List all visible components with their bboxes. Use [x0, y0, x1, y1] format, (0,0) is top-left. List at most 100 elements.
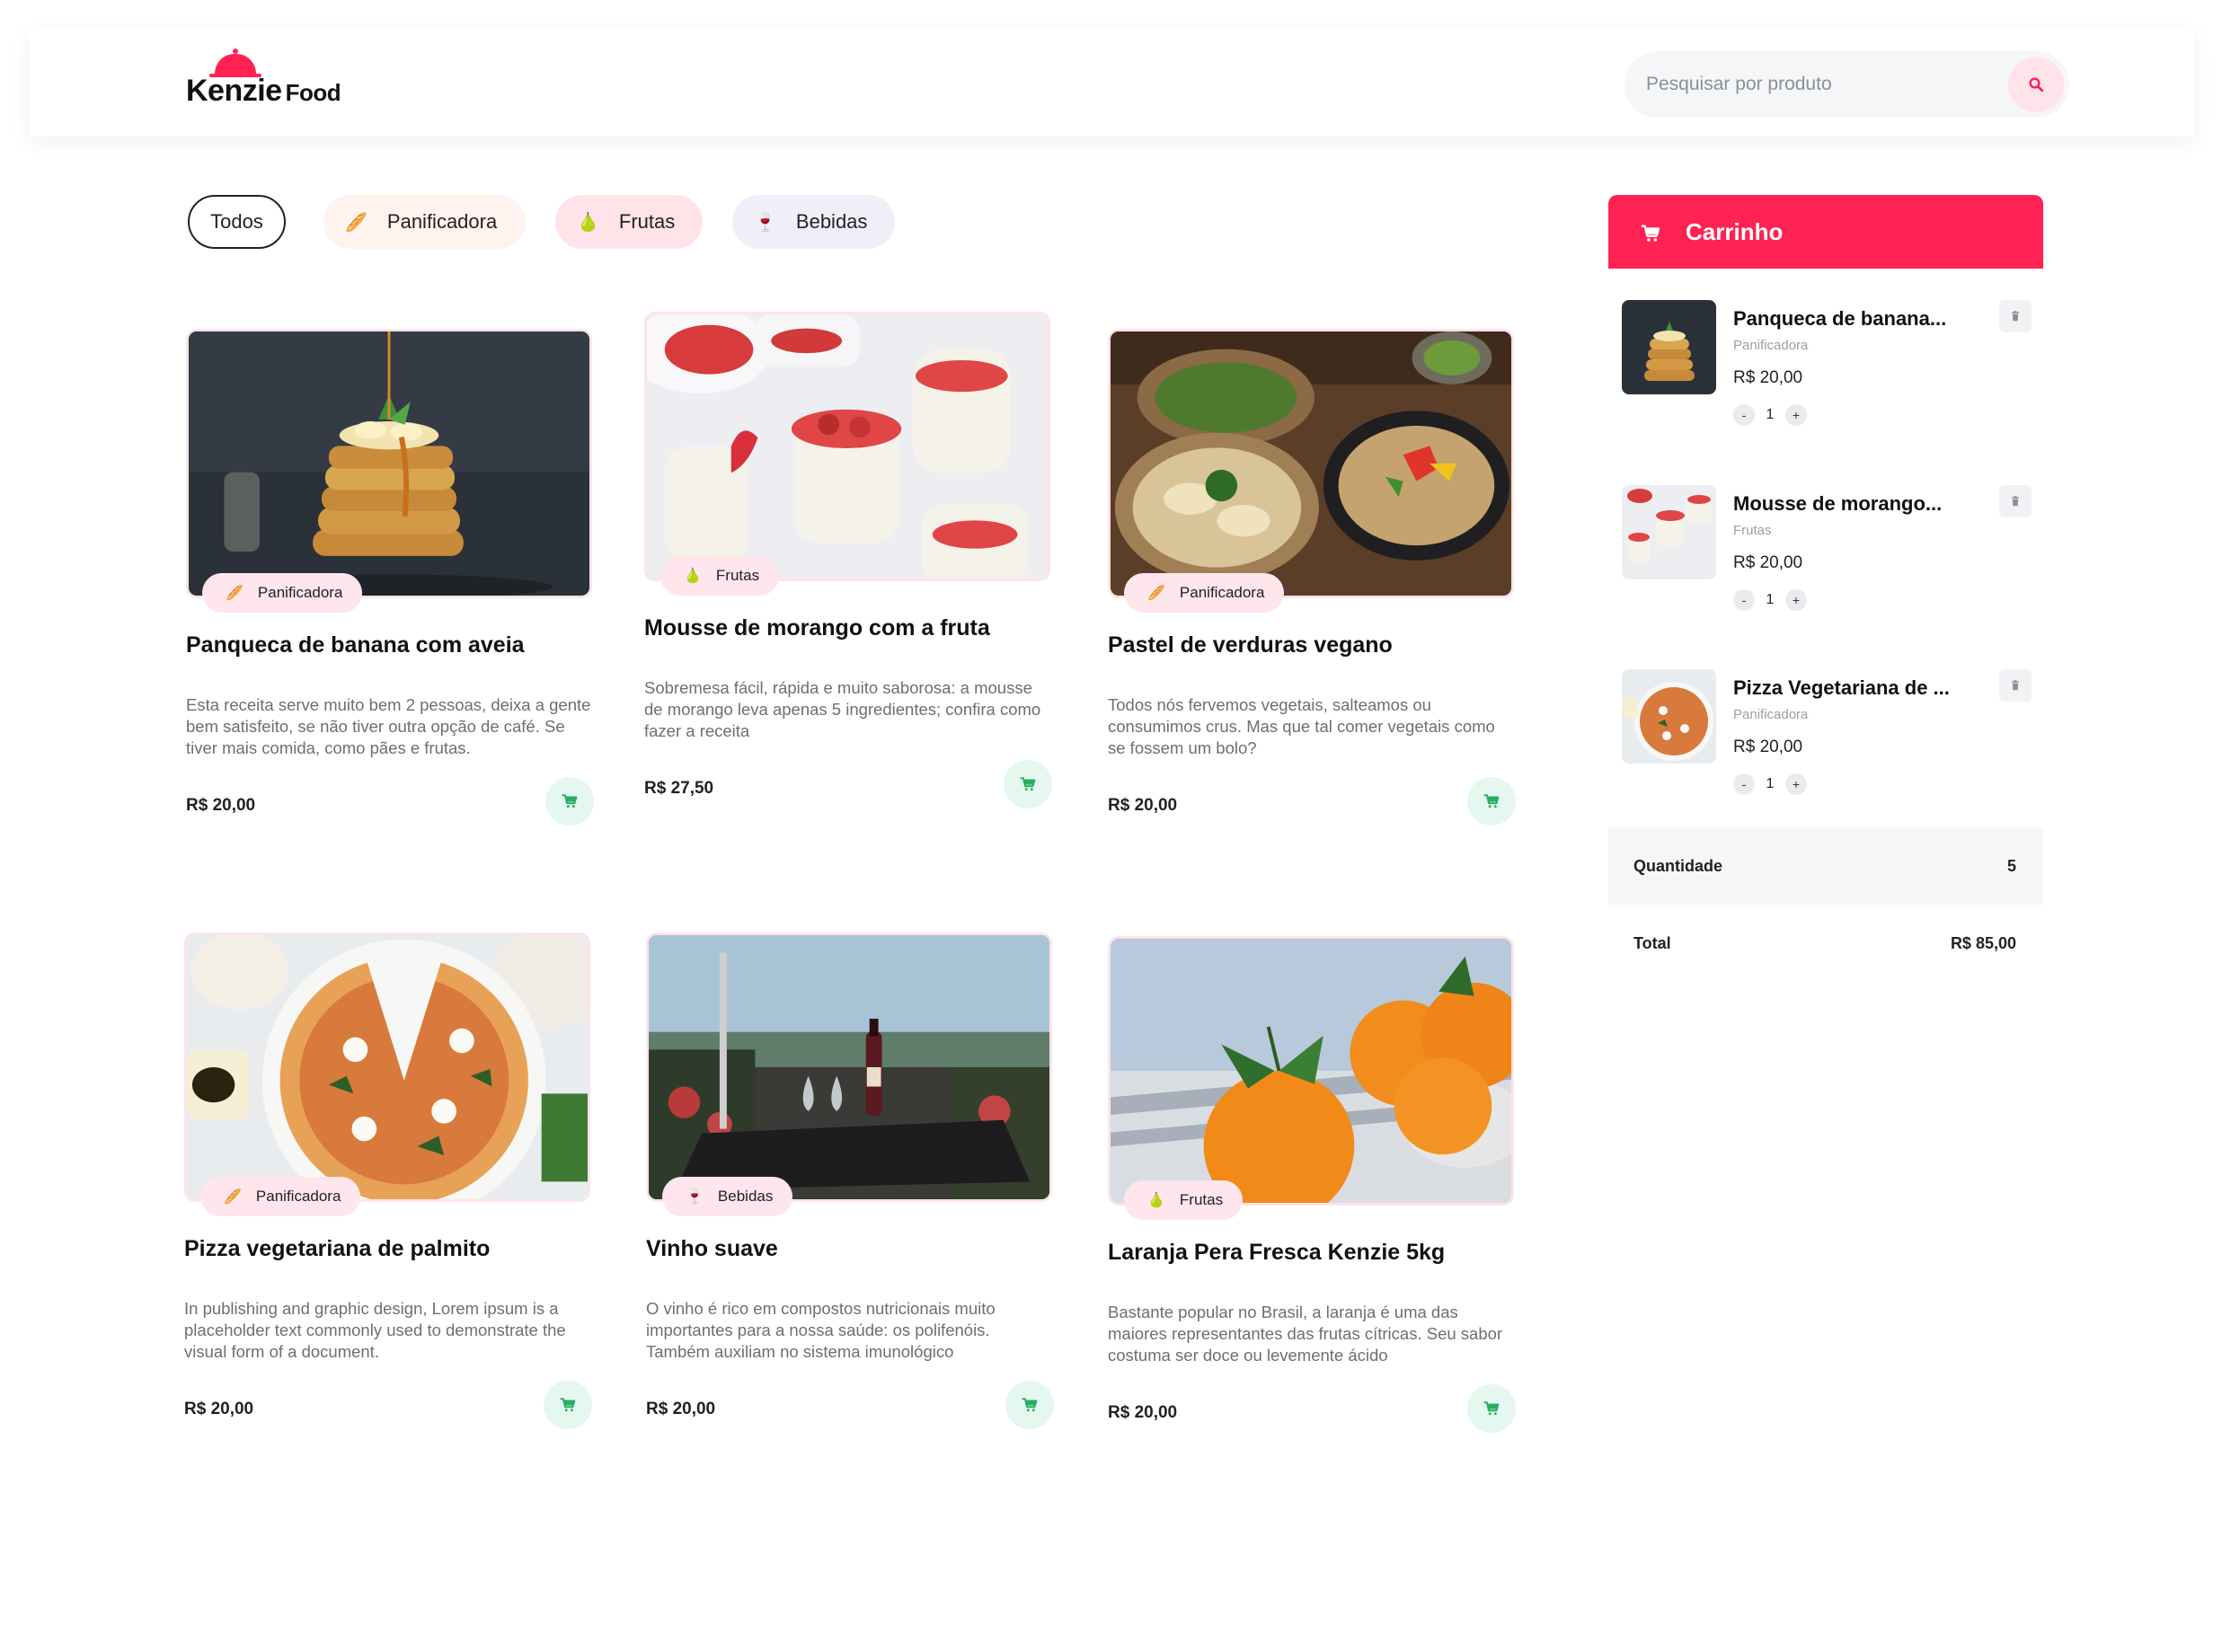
- total-value: R$ 85,00: [1950, 934, 2016, 952]
- product-image[interactable]: [184, 932, 590, 1202]
- product-description: In publishing and graphic design, Lorem …: [184, 1299, 566, 1361]
- cart-item-price: R$ 20,00: [1733, 553, 1803, 572]
- remove-item-button[interactable]: [1999, 669, 2032, 702]
- cart-item: Pizza Vegetariana de ... Panificadora R$…: [1622, 669, 2035, 795]
- cart-item-image: [1622, 485, 1716, 579]
- cart-icon: [560, 1397, 576, 1413]
- decrease-button[interactable]: -: [1733, 773, 1755, 795]
- product-card: 🥖 Panificadora Pastel de verduras vegano …: [1108, 329, 1521, 868]
- trash-icon: [2009, 495, 2022, 508]
- filter-panificadora[interactable]: 🥖 Panificadora: [323, 195, 526, 249]
- bread-icon: 🥖: [345, 212, 367, 233]
- cart-icon: [1022, 1397, 1038, 1413]
- product-card: 🍷 Bebidas Vinho suave O vinho é rico em c…: [646, 932, 1059, 1471]
- cart-item-category: Panificadora: [1733, 338, 1809, 353]
- add-to-cart-button[interactable]: [1467, 777, 1516, 826]
- product-price: R$ 20,00: [184, 1400, 254, 1418]
- search-bar: [1624, 51, 2069, 118]
- cart-item-category: Frutas: [1733, 523, 1772, 538]
- decrease-button[interactable]: -: [1733, 404, 1755, 426]
- product-price: R$ 27,50: [644, 779, 714, 798]
- category-tag: 🍐 Frutas: [1124, 1180, 1244, 1220]
- add-to-cart-button[interactable]: [1005, 1381, 1054, 1429]
- cart-item-name: Pizza Vegetariana de ...: [1733, 676, 1950, 699]
- cart-icon: [1483, 793, 1500, 809]
- filter-label: Todos: [210, 210, 263, 233]
- logo-text: Kenzie Food: [186, 74, 341, 108]
- search-input[interactable]: [1646, 51, 1970, 118]
- category-tag: 🍐 Frutas: [660, 556, 780, 596]
- product-description: Todos nós fervemos vegetais, salteamos o…: [1108, 695, 1495, 757]
- category-tag: 🥖 Panificadora: [202, 573, 363, 613]
- product-image[interactable]: [644, 312, 1050, 581]
- filter-label: Frutas: [618, 210, 676, 233]
- wine-glass-icon: 🍷: [686, 1189, 704, 1205]
- product-description: Bastante popular no Brasil, a laranja é …: [1108, 1303, 1503, 1365]
- product-image[interactable]: [646, 932, 1052, 1202]
- increase-button[interactable]: +: [1785, 773, 1807, 795]
- product-card: 🍐 Frutas Mousse de morango com a fruta So…: [644, 312, 1058, 851]
- product-card: 🥖 Panificadora Pizza vegetariana de palmi…: [184, 932, 598, 1471]
- filter-label: Panificadora: [386, 210, 498, 233]
- quantity-total: 5: [2006, 857, 2016, 875]
- cart-item: Mousse de morango... Frutas R$ 20,00 - 1…: [1622, 485, 2035, 611]
- product-price: R$ 20,00: [186, 796, 256, 815]
- search-icon: [2029, 77, 2044, 93]
- product-card: 🥖 Panificadora Panqueca de banana com ave…: [186, 329, 599, 868]
- cart-item-price: R$ 20,00: [1733, 738, 1803, 756]
- product-title: Mousse de morango com a fruta: [644, 615, 990, 640]
- product-title: Vinho suave: [646, 1236, 778, 1261]
- remove-item-button[interactable]: [1999, 485, 2032, 517]
- quantity-value: 1: [1766, 592, 1775, 607]
- filter-frutas[interactable]: 🍐 Frutas: [555, 195, 703, 249]
- filter-label: Bebidas: [795, 210, 868, 233]
- product-description: Esta receita serve muito bem 2 pessoas, …: [186, 695, 591, 757]
- quantity-stepper: - 1 +: [1733, 773, 1807, 795]
- cart-icon: [562, 793, 578, 809]
- page: KenzieFood Todos 🥖 Panificadora 🍐 Frutas 🍷…: [0, 0, 2222, 1652]
- category-tag: 🍷 Bebidas: [662, 1177, 793, 1216]
- quantity-label: Quantidade: [1633, 857, 1723, 875]
- cart-icon: [1020, 776, 1036, 792]
- logo[interactable]: Kenzie Food: [186, 49, 402, 108]
- product-image[interactable]: [1108, 936, 1514, 1206]
- search-button[interactable]: [2008, 57, 2064, 112]
- cart-icon: [1641, 224, 1660, 243]
- product-price: R$ 20,00: [1108, 1403, 1178, 1422]
- filter-bebidas[interactable]: 🍷 Bebidas: [732, 195, 895, 249]
- decrease-button[interactable]: -: [1733, 589, 1755, 611]
- product-price: R$ 20,00: [646, 1400, 716, 1418]
- quantity-stepper: - 1 +: [1733, 589, 1807, 611]
- bread-icon: 🥖: [1147, 586, 1165, 601]
- cart-item: Panqueca de banana... Panificadora R$ 20…: [1622, 300, 2035, 426]
- cart-item-category: Panificadora: [1733, 707, 1809, 722]
- increase-button[interactable]: +: [1785, 589, 1807, 611]
- product-image[interactable]: [1108, 329, 1514, 598]
- cart-item-image: [1622, 300, 1716, 394]
- wine-glass-icon: 🍷: [754, 212, 776, 233]
- pear-icon: 🍐: [1147, 1193, 1165, 1208]
- remove-item-button[interactable]: [1999, 300, 2032, 332]
- quantity-stepper: - 1 +: [1733, 404, 1807, 426]
- trash-icon: [2009, 679, 2022, 692]
- cart-title: Carrinho: [1686, 218, 1784, 245]
- add-to-cart-button[interactable]: [545, 777, 594, 826]
- cart-quantity-row: Quantidade 5: [1608, 827, 2043, 905]
- filter-todos[interactable]: Todos: [188, 195, 286, 249]
- quantity-value: 1: [1766, 776, 1775, 791]
- pear-icon: 🍐: [577, 212, 599, 233]
- category-tag: 🥖 Panificadora: [1124, 573, 1285, 613]
- product-title: Panqueca de banana com aveia: [186, 632, 525, 658]
- cloche-icon: [209, 49, 261, 77]
- product-price: R$ 20,00: [1108, 796, 1178, 815]
- add-to-cart-button[interactable]: [1004, 760, 1052, 808]
- bread-icon: 🥖: [224, 1189, 242, 1205]
- product-title: Laranja Pera Fresca Kenzie 5kg: [1108, 1240, 1446, 1265]
- add-to-cart-button[interactable]: [544, 1381, 592, 1429]
- product-image[interactable]: [186, 329, 592, 598]
- increase-button[interactable]: +: [1785, 404, 1807, 426]
- pear-icon: 🍐: [684, 569, 702, 584]
- cart-item-name: Mousse de morango...: [1733, 492, 1943, 515]
- bread-icon: 🥖: [226, 586, 243, 601]
- add-to-cart-button[interactable]: [1467, 1384, 1516, 1433]
